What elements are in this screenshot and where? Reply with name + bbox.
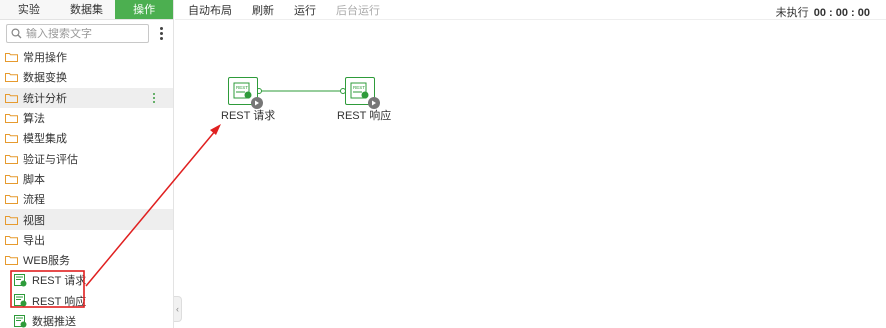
refresh-button[interactable]: 刷新 — [252, 2, 274, 18]
tree-item-label: 数据推送 — [32, 316, 76, 328]
tree-item-label: 数据变换 — [23, 72, 67, 85]
status-time: 00 : 00 : 00 — [813, 7, 870, 19]
tree-item-label: REST 响应 — [32, 295, 87, 308]
tree-leaf-rest-response[interactable]: REST 响应 — [0, 291, 173, 311]
run-button[interactable]: 运行 — [294, 2, 316, 18]
data-push-node-icon — [14, 314, 27, 327]
folder-icon — [5, 134, 18, 144]
rest-request-node-icon — [14, 273, 27, 287]
tree-folder-scripts[interactable]: 脚本 — [0, 169, 173, 189]
tree-item-label: 统计分析 — [23, 92, 67, 105]
tree-folder-common-ops[interactable]: 常用操作 — [0, 47, 173, 67]
tree-folder-web-service[interactable]: WEB服务 — [0, 250, 173, 270]
canvas-node-rest-response[interactable]: REST — [345, 77, 380, 109]
background-run-button[interactable]: 后台运行 — [336, 2, 380, 18]
more-options-icon[interactable] — [153, 27, 169, 40]
folder-icon — [5, 114, 18, 124]
search-box — [6, 24, 149, 43]
folder-icon — [5, 174, 18, 184]
operation-tree: 常用操作 数据变换 统计分析 算法 模型集成 验证与评估 脚本 流程 视图 导出… — [0, 47, 173, 328]
tree-folder-flow[interactable]: 流程 — [0, 189, 173, 209]
tree-item-label: 脚本 — [23, 173, 45, 186]
execution-status: 未执行 00 : 00 : 00 — [776, 4, 870, 20]
tree-item-label: 验证与评估 — [23, 153, 78, 166]
folder-icon — [5, 195, 18, 205]
folder-icon — [5, 73, 18, 83]
tree-item-label: 视图 — [23, 214, 45, 227]
tree-item-label: WEB服务 — [23, 255, 71, 268]
tab-dataset[interactable]: 数据集 — [58, 0, 116, 19]
search-icon — [11, 28, 22, 39]
folder-icon — [5, 235, 18, 245]
node-label: REST 响应 — [337, 110, 392, 122]
tree-folder-algorithms[interactable]: 算法 — [0, 108, 173, 128]
tree-leaf-rest-request[interactable]: REST 请求 — [0, 270, 173, 290]
folder-icon — [5, 215, 18, 225]
tree-item-label: 流程 — [23, 194, 45, 207]
tree-folder-view[interactable]: 视图 — [0, 209, 173, 230]
node-connection — [256, 88, 346, 94]
tree-item-label: 算法 — [23, 113, 45, 126]
tree-item-label: 常用操作 — [23, 52, 67, 65]
tree-item-label: 导出 — [23, 234, 45, 247]
status-label: 未执行 — [775, 7, 809, 19]
tree-folder-export[interactable]: 导出 — [0, 230, 173, 250]
folder-open-icon — [5, 256, 18, 266]
workflow-canvas[interactable]: REST REST 请求 REST REST 响应 — [175, 21, 886, 328]
canvas-toolbar: 自动布局 刷新 运行 后台运行 未执行 00 : 00 : 00 — [175, 0, 886, 20]
left-panel: 实验 数据集 操作 常用操作 数据变换 统计分析 算法 — [0, 0, 174, 328]
folder-icon — [5, 154, 18, 164]
tree-folder-data-transform[interactable]: 数据变换 — [0, 67, 173, 87]
tree-leaf-data-push[interactable]: 数据推送 — [0, 311, 173, 328]
tree-folder-statistics[interactable]: 统计分析 — [0, 87, 173, 108]
rest-response-node-icon — [14, 294, 27, 307]
item-more-icon[interactable] — [152, 92, 155, 104]
node-icon-text: REST — [353, 85, 365, 90]
node-icon-text: REST — [236, 85, 248, 90]
tab-operations[interactable]: 操作 — [115, 0, 174, 19]
folder-icon — [5, 53, 18, 63]
auto-layout-button[interactable]: 自动布局 — [188, 2, 232, 18]
canvas-node-rest-request[interactable]: REST — [228, 77, 263, 109]
search-row — [0, 20, 173, 47]
search-input[interactable] — [26, 27, 146, 40]
panel-tabs: 实验 数据集 操作 — [0, 0, 174, 20]
tree-item-label: 模型集成 — [23, 133, 67, 146]
node-label: REST 请求 — [221, 110, 276, 122]
tab-experiment[interactable]: 实验 — [0, 0, 58, 19]
tree-folder-validation[interactable]: 验证与评估 — [0, 148, 173, 168]
folder-icon — [5, 93, 18, 103]
tree-folder-model-ensemble[interactable]: 模型集成 — [0, 128, 173, 148]
tree-item-label: REST 请求 — [32, 275, 87, 288]
